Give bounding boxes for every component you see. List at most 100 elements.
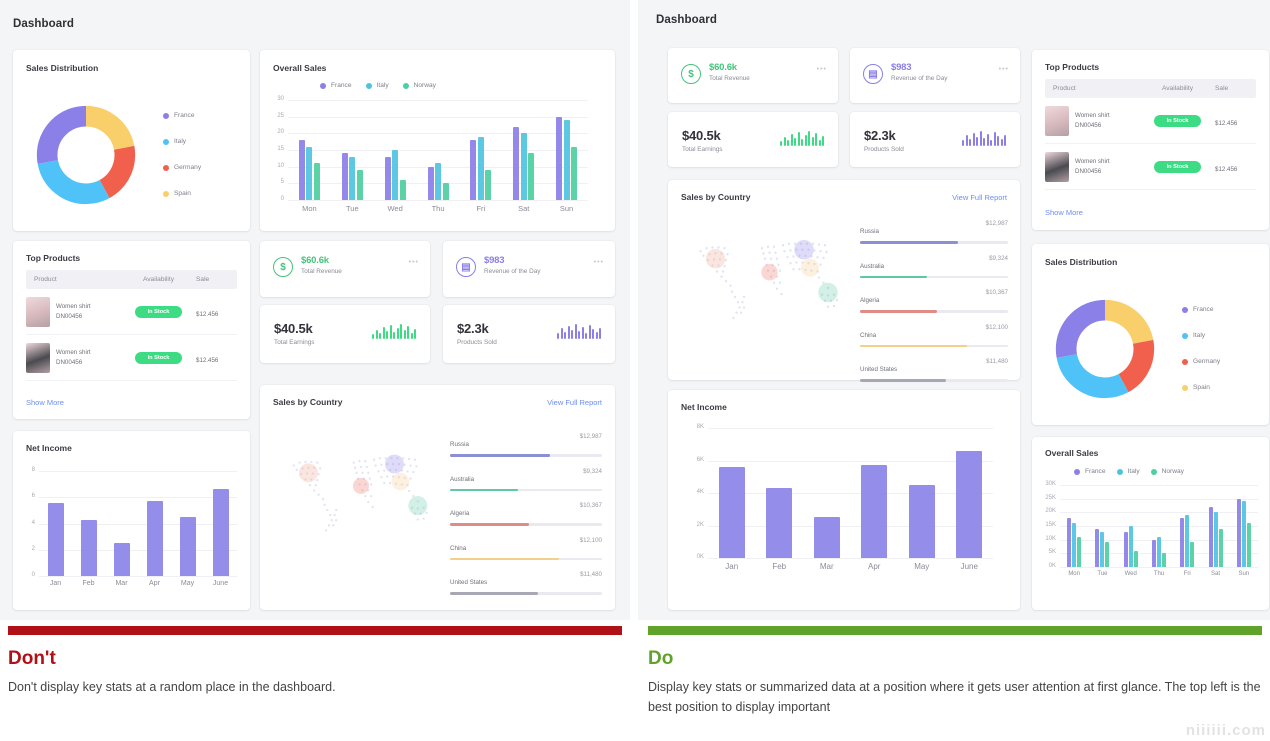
bar-norway-mon	[1077, 537, 1081, 567]
bar-france-sun	[1237, 499, 1241, 567]
legend-dot-icon	[1182, 307, 1188, 313]
sparkline-bar	[805, 135, 807, 146]
x-axis-tick: Sat	[502, 204, 545, 213]
table-row[interactable]: Women shirt DN00456 In Stock $12.456	[26, 289, 237, 335]
column-header: Sale	[196, 276, 237, 283]
country-progress-fill	[860, 241, 958, 244]
y-axis-tick: 15K	[1034, 522, 1056, 528]
country-progress-track	[860, 310, 1008, 313]
legend-dot-icon	[1182, 385, 1188, 391]
card-overall-sales-right: Overall Sales France Italy Norway	[1032, 437, 1269, 610]
country-progress-fill	[450, 592, 538, 595]
card-top-products-right: Top Products ProductAvailabilitySale Wom…	[1032, 50, 1269, 230]
y-axis-tick: 4	[13, 520, 35, 526]
bar-norway-sun	[1247, 523, 1251, 567]
stat-card-total-earnings[interactable]: $40.5kTotal Earnings	[668, 112, 838, 167]
sparkline-bar	[390, 325, 392, 339]
country-progress-track	[450, 558, 602, 561]
legend-label: France	[174, 112, 195, 119]
grid-line	[1060, 567, 1258, 568]
view-full-report-link-right[interactable]: View Full Report	[952, 193, 1007, 202]
caption-title-dont: Don't	[8, 648, 622, 670]
show-more-link-left[interactable]: Show More	[26, 398, 64, 407]
bar-italy-thu	[1157, 537, 1161, 567]
country-value: $12,100	[986, 324, 1008, 331]
x-axis-tick: Jan	[39, 580, 72, 587]
country-progress-track	[450, 454, 602, 457]
stat-card-products-sold[interactable]: $2.3kProducts Sold	[443, 305, 615, 363]
card-title: Top Products	[1045, 62, 1099, 72]
stat-label: Products Sold	[864, 146, 904, 153]
card-title: Sales Distribution	[1045, 257, 1117, 267]
grid-line	[39, 576, 237, 577]
legend-dot-icon	[1182, 333, 1188, 339]
sparkline-bar	[815, 133, 817, 146]
stat-card-total-earnings[interactable]: $40.5kTotal Earnings	[260, 305, 430, 363]
bar-net income-jan	[48, 503, 64, 577]
stat-card-revenue-of-the-day[interactable]: ▤$983Revenue of the Day•••	[443, 241, 615, 297]
product-thumbnail	[26, 297, 50, 327]
bar-italy-thu	[435, 163, 441, 200]
x-axis-tick: Tue	[331, 204, 374, 213]
donut-legend-left: France Italy Germany Spain	[163, 112, 201, 197]
sparkline-bar	[798, 132, 800, 146]
table-row[interactable]: Women shirt DN00456 In Stock $12.456	[1045, 98, 1256, 144]
bar-net income-june	[213, 489, 229, 576]
card-sales-distribution-right: Sales Distribution France	[1032, 244, 1269, 425]
country-progress-track	[450, 523, 602, 526]
dont-rule	[8, 626, 622, 635]
stat-value: $40.5k	[274, 321, 313, 336]
table-row[interactable]: Women shirt DN00456 In Stock $12.456	[26, 335, 237, 381]
bar-norway-sat	[528, 153, 534, 200]
grid-line	[708, 526, 993, 527]
bar-italy-sun	[564, 120, 570, 200]
y-axis-tick: 0	[262, 196, 284, 202]
legend-dot-icon	[1182, 359, 1188, 365]
y-axis-tick: 5	[262, 179, 284, 185]
country-value: $10,367	[986, 289, 1008, 296]
status-badge: In Stock	[135, 352, 182, 364]
legend-label: France	[1085, 468, 1106, 475]
bar-italy-wed	[392, 150, 398, 200]
y-axis-tick: 5K	[1034, 549, 1056, 555]
stat-value: $983	[891, 62, 911, 73]
card-sales-by-country-left: Sales by Country View Full Report	[260, 385, 615, 610]
card-menu-icon[interactable]: •••	[999, 66, 1009, 73]
sparkline-bar	[578, 331, 580, 339]
card-menu-icon[interactable]: •••	[409, 259, 419, 266]
y-axis-tick: 6K	[682, 457, 704, 463]
show-more-link-right[interactable]: Show More	[1045, 208, 1083, 217]
legend-label: France	[1193, 306, 1214, 313]
country-progress-track	[860, 276, 1008, 279]
product-name: Women shirt	[56, 348, 91, 358]
sparkline	[372, 325, 416, 339]
card-menu-icon[interactable]: •••	[594, 259, 604, 266]
bar-net income-feb	[766, 488, 792, 558]
card-title: Net Income	[26, 443, 72, 453]
bar-net income-june	[956, 451, 982, 558]
stat-card-revenue-of-the-day[interactable]: ▤$983Revenue of the Day•••	[850, 48, 1020, 103]
view-full-report-link-left[interactable]: View Full Report	[547, 398, 602, 407]
sparkline-bar	[987, 134, 989, 146]
dollar-circle-icon: $	[273, 257, 293, 277]
bar-net income-may	[180, 517, 196, 576]
card-menu-icon[interactable]: •••	[817, 66, 827, 73]
stat-card-total-revenue[interactable]: $$60.6kTotal Revenue•••	[668, 48, 838, 103]
table-row[interactable]: Women shirt DN00456 In Stock $12.456	[1045, 144, 1256, 190]
bar-norway-sat	[1219, 529, 1223, 567]
stat-card-products-sold[interactable]: $2.3kProducts Sold	[850, 112, 1020, 167]
stat-card-total-revenue[interactable]: $$60.6kTotal Revenue•••	[260, 241, 430, 297]
legend-label: France	[331, 82, 352, 89]
country-name: China	[450, 545, 466, 552]
column-gutter	[630, 0, 638, 741]
bar-norway-wed	[400, 180, 406, 200]
sparkline-bar	[819, 140, 821, 146]
grid-line	[288, 117, 588, 118]
sparkline	[780, 132, 824, 146]
card-title: Overall Sales	[273, 63, 326, 73]
sparkline-bar	[808, 131, 810, 146]
y-axis-tick: 0K	[1034, 563, 1056, 569]
bar-france-thu	[1152, 540, 1156, 567]
bar-italy-sat	[521, 133, 527, 200]
country-progress-fill	[860, 345, 967, 348]
